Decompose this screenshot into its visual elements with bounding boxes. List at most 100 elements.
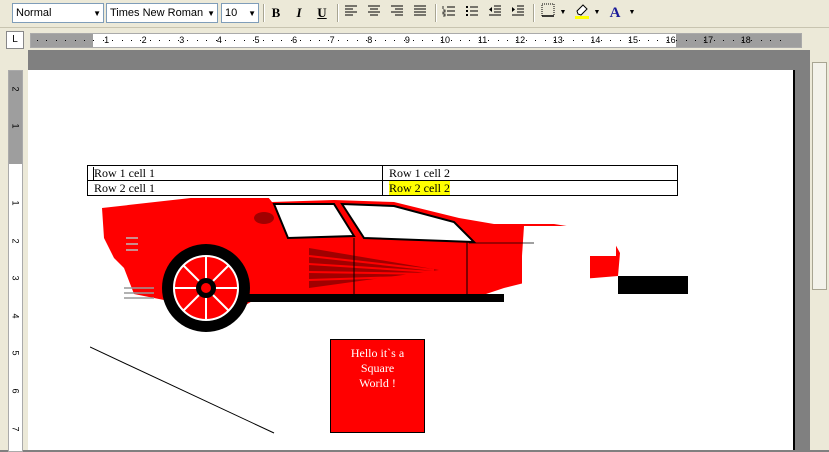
ruler-tick [760,40,762,41]
highlighted-text: Row 2 cell 2 [389,181,450,195]
ruler-tick [535,40,537,41]
table-cell[interactable]: Row 2 cell 1 [87,180,383,196]
square-text-box[interactable]: Hello it`s a Square World ! [330,339,425,433]
ruler-tick [685,40,687,41]
ruler-tick [253,40,255,41]
ruler-tick [666,40,668,41]
ruler-tick [375,40,377,41]
ruler-tick [243,40,245,41]
ruler-tick [272,40,273,41]
document-table[interactable]: Row 1 cell 1 Row 1 cell 2 Row 2 cell 1 R… [87,165,678,196]
ruler-tick [102,40,104,41]
ruler-number: 5 [10,350,21,356]
ruler-number: 2 [10,86,21,92]
ruler-tick [328,40,330,41]
underline-button[interactable]: U [312,3,332,23]
ruler-tick [196,40,198,41]
ruler-tick [460,40,461,41]
ruler-tick [648,40,649,41]
ruler-number: 7 [10,426,21,432]
ruler-tick [610,40,612,41]
ruler-number: 6 [10,388,21,394]
ruler-tick [619,40,621,41]
font-size-value: 10 [225,7,238,19]
bold-button[interactable]: B [266,3,286,23]
justify-button[interactable] [410,3,430,23]
ruler-tick [544,40,546,41]
box-text-line: Square [360,361,395,375]
table-cell[interactable]: Row 1 cell 1 [87,165,383,181]
ruler-tick [582,40,584,41]
chevron-down-icon[interactable]: ▼ [559,3,567,23]
align-right-button[interactable] [387,3,407,23]
font-select[interactable]: Times New Roman ▼ [106,3,218,23]
ruler-tick [178,40,179,41]
ruler-number: 4 [10,313,21,319]
box-text-line: World ! [359,376,396,390]
ruler-tick [309,40,311,41]
ruler-tick [431,40,433,41]
ruler-number: 3 [10,275,21,281]
align-center-button[interactable] [364,3,384,23]
ruler-tick [742,40,743,41]
chevron-down-icon[interactable]: ▼ [628,3,636,23]
vertical-scrollbar[interactable] [810,50,829,450]
font-color-button[interactable]: A [605,3,625,23]
align-left-icon [345,5,357,16]
ruler-tick [55,40,57,41]
ruler-tick [469,40,471,41]
table-cell[interactable]: Row 2 cell 2 [382,180,678,196]
ruler-tick [779,40,781,41]
decrease-indent-icon [489,5,501,16]
ruler-tick [638,40,640,41]
style-select[interactable]: Normal ▼ [12,3,104,23]
scrollbar-thumb[interactable] [812,62,827,290]
ruler-tick [770,40,772,41]
ruler-tick [384,40,386,41]
line-drawing[interactable] [90,345,276,435]
ruler-number: 4 [216,35,222,45]
box-text-line: Hello it`s a [350,346,405,360]
ruler-tick [488,40,490,41]
ruler-bar: L 1 2 3 4 5 6 7 8 9 10 11 12 13 14 15 16 17 18 [0,28,829,50]
ruler-tick [450,40,452,41]
ruler-tick [121,40,123,41]
highlight-button[interactable] [572,3,592,23]
tab-selector[interactable]: L [6,31,24,49]
ruler-tick [601,40,602,41]
align-left-button[interactable] [341,3,361,23]
ruler-tick [149,40,151,41]
bullet-list-button[interactable] [462,3,482,23]
align-center-icon [368,5,380,16]
ruler-number: 2 [141,35,147,45]
text-cursor [93,167,94,181]
chevron-down-icon: ▼ [93,9,101,18]
document-page[interactable]: Row 1 cell 1 Row 1 cell 2 Row 2 cell 1 R… [28,70,795,450]
increase-indent-button[interactable] [508,3,528,23]
horizontal-ruler[interactable]: 1 2 3 4 5 6 7 8 9 10 11 12 13 14 15 16 17 18 [30,33,802,48]
italic-button[interactable]: I [289,3,309,23]
ruler-tick [300,40,302,41]
ruler-number: 8 [367,35,373,45]
ruler-number: 1 [10,200,21,206]
ruler-number: 3 [179,35,185,45]
increase-indent-icon [512,5,524,16]
ruler-tick [572,40,574,41]
style-value: Normal [16,7,52,19]
ruler-tick [46,40,48,41]
chevron-down-icon[interactable]: ▼ [593,3,601,23]
vertical-ruler[interactable]: 2 1 1 2 3 4 5 6 7 [8,70,23,452]
decrease-indent-button[interactable] [485,3,505,23]
ruler-number: 9 [404,35,410,45]
border-button[interactable] [538,3,558,23]
numbered-list-button[interactable] [439,3,459,23]
table-cell[interactable]: Row 1 cell 2 [382,165,678,181]
ruler-tick [695,40,696,41]
ruler-tick [497,40,499,41]
align-right-icon [391,5,403,16]
ruler-tick [140,40,142,41]
font-size-select[interactable]: 10 ▼ [221,3,259,23]
bullet-list-icon [466,6,478,16]
ruler-tick [262,40,264,41]
car-drawing[interactable] [94,198,694,338]
